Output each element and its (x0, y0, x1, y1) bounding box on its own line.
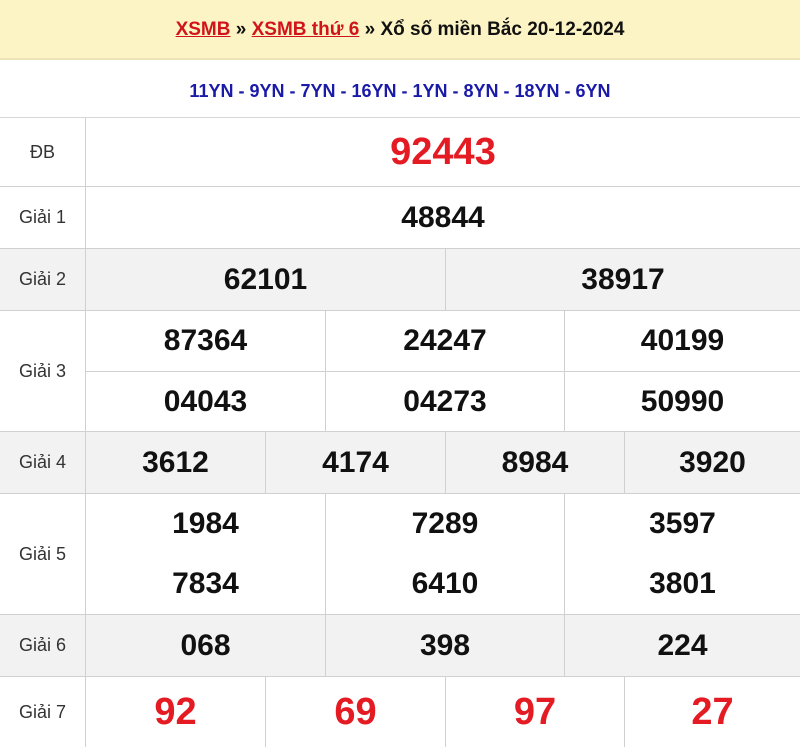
prize-number: 04043 (86, 371, 326, 431)
prize-number: 068 (86, 615, 326, 676)
prize-number: 04273 (326, 371, 565, 431)
breadcrumb-separator: » (230, 19, 252, 40)
prize-number: 1984 (86, 494, 326, 554)
prize-row-g4: Giải 4 3612 4174 8984 3920 (0, 432, 800, 494)
prize-number: 27 (691, 690, 734, 733)
prize-row-db: ĐB 92443 (0, 118, 800, 187)
prize-number: 38917 (581, 262, 665, 296)
prize-number: 224 (657, 628, 708, 662)
prize-number: 3612 (86, 432, 266, 493)
draw-codes: 11YN - 9YN - 7YN - 16YN - 1YN - 8YN - 18… (0, 62, 800, 118)
prize-number: 8984 (446, 432, 625, 493)
prize-number: 48844 (401, 200, 485, 234)
prize-label: Giải 7 (0, 677, 86, 747)
prize-number: 50990 (565, 371, 800, 431)
prize-label: Giải 2 (0, 249, 86, 310)
prize-number: 97 (446, 677, 625, 747)
prize-label: Giải 4 (0, 432, 86, 493)
prize-label: Giải 1 (0, 187, 86, 248)
breadcrumb-header: XSMB » XSMB thứ 6 » Xổ số miền Bắc 20-12… (0, 0, 800, 60)
prize-number: 87364 (86, 311, 326, 371)
prize-number: 92 (86, 677, 266, 747)
prize-number: 62101 (86, 249, 446, 310)
prize-number: 3597 (649, 507, 716, 540)
prize-row-g6: Giải 6 068 398 224 (0, 615, 800, 677)
prize-row-g3: Giải 3 87364 24247 40199 04043 04273 509… (0, 311, 800, 432)
prize-number: 3801 (649, 567, 716, 600)
prize-number: 7289 (326, 494, 565, 554)
breadcrumb-link-xsmb-thu6[interactable]: XSMB thứ 6 (252, 19, 360, 40)
breadcrumb-link-xsmb[interactable]: XSMB (176, 19, 231, 40)
prize-number: 3920 (679, 445, 746, 479)
prize-number: 398 (326, 615, 565, 676)
prize-number: 6410 (326, 554, 565, 614)
prize-row-g7: Giải 7 92 69 97 27 (0, 677, 800, 747)
prize-number: 4174 (266, 432, 446, 493)
prize-row-g5: Giải 5 1984 7289 3597 7834 6410 3801 (0, 494, 800, 615)
prize-row-g1: Giải 1 48844 (0, 187, 800, 249)
prize-number: 24247 (326, 311, 565, 371)
breadcrumb-current: » Xổ số miền Bắc 20-12-2024 (359, 19, 625, 40)
prize-number: 7834 (86, 554, 326, 614)
prize-row-g2: Giải 2 62101 38917 (0, 249, 800, 311)
prize-number: 40199 (640, 324, 725, 357)
prize-number: 69 (266, 677, 446, 747)
prize-number-special: 92443 (390, 130, 496, 173)
prize-label: Giải 6 (0, 615, 86, 676)
prize-label: Giải 5 (0, 494, 86, 614)
prize-label: Giải 3 (0, 311, 86, 431)
prize-label: ĐB (0, 118, 86, 186)
